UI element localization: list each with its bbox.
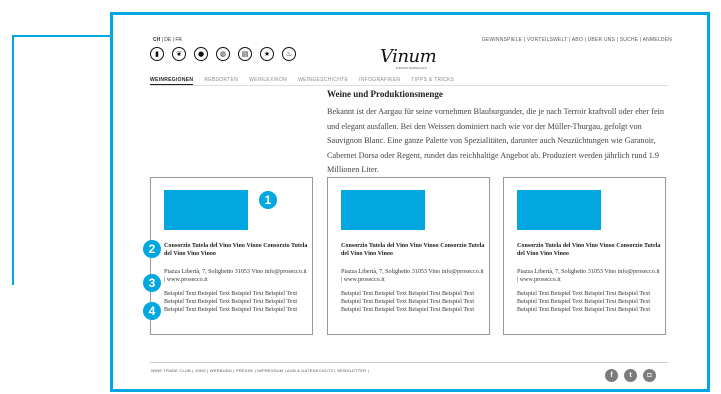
sparkling-icon[interactable]: ❦: [172, 47, 186, 61]
wine-bottle-icon[interactable]: ▮: [150, 47, 164, 61]
tab-infografiken[interactable]: INFOGRAFIKEN: [359, 77, 400, 85]
category-icon-bar: ▮ ❦ ● ◍ ▤ ★ ♨: [150, 47, 296, 61]
main-tabs: WEINREGIONEN REBSORTEN WEINLEXIKON WEING…: [150, 77, 454, 85]
tab-tipps-tricks[interactable]: TIPPS & TRICKS: [411, 77, 454, 85]
producer-card[interactable]: Consorzio Tutela del Vino Vino Vinoo Con…: [150, 177, 313, 335]
language-switcher[interactable]: CH | DE | FR: [153, 37, 182, 43]
annotation-line-horizontal: [12, 35, 112, 37]
book-icon[interactable]: ▤: [238, 47, 252, 61]
language-others[interactable]: | DE | FR: [160, 37, 182, 43]
annotation-line-vertical: [12, 35, 14, 285]
vinum-logo[interactable]: Vinum: [380, 46, 437, 67]
wine-glass-icon[interactable]: ●: [194, 47, 208, 61]
annotation-badge-3: 3: [143, 274, 161, 292]
footer-divider: [150, 362, 668, 363]
fire-icon[interactable]: ♨: [282, 47, 296, 61]
star-icon[interactable]: ★: [260, 47, 274, 61]
producer-name[interactable]: Consorzio Tutela del Vino Vino Vinoo Con…: [341, 242, 486, 258]
annotation-badge-1: 1: [259, 191, 277, 209]
producer-description: Beispiel Text Beispiel Text Beispiel Tex…: [341, 291, 475, 314]
instagram-icon[interactable]: ◘: [643, 369, 656, 382]
tab-weinregionen[interactable]: WEINREGIONEN: [150, 77, 194, 85]
producer-address: Piazza Libertà, 7, Solighetto 31053 Vino…: [164, 269, 307, 284]
producer-description: Beispiel Text Beispiel Text Beispiel Tex…: [164, 291, 298, 314]
producer-image-placeholder[interactable]: [341, 190, 425, 230]
producer-name[interactable]: Consorzio Tutela del Vino Vino Vinoo Con…: [517, 242, 662, 258]
producer-description: Beispiel Text Beispiel Text Beispiel Tex…: [517, 291, 651, 314]
top-navigation[interactable]: GEWINNSPIELE | VORTEILSWELT | ABO | ÜBER…: [482, 37, 672, 43]
producer-image-placeholder[interactable]: [164, 190, 248, 230]
footer-links[interactable]: WINE TRADE CLUB | JOBS | WERBUNG | PRESS…: [151, 368, 369, 373]
producer-card[interactable]: Consorzio Tutela del Vino Vino Vinoo Con…: [503, 177, 666, 335]
tab-rebsorten[interactable]: REBSORTEN: [204, 77, 238, 85]
tab-weinlexikon[interactable]: WEINLEXIKON: [249, 77, 287, 85]
grape-icon[interactable]: ◍: [216, 47, 230, 61]
annotation-badge-2: 2: [143, 240, 161, 258]
page-mockup-frame: CH | DE | FR GEWINNSPIELE | VORTEILSWELT…: [110, 12, 710, 392]
facebook-icon[interactable]: f: [605, 369, 618, 382]
tab-weingeschichte[interactable]: WEINGESCHICHTE: [298, 77, 348, 85]
region-description: Bekannt ist der Aargau für seine vornehm…: [327, 107, 664, 175]
producer-address: Piazza Libertà, 7, Solighetto 31053 Vino…: [341, 269, 484, 284]
twitter-icon[interactable]: t: [624, 369, 637, 382]
annotation-badge-4: 4: [143, 302, 161, 320]
producer-name[interactable]: Consorzio Tutela del Vino Vino Vinoo Con…: [164, 242, 309, 258]
producer-card[interactable]: Consorzio Tutela del Vino Vino Vinoo Con…: [327, 177, 490, 335]
producer-address: Piazza Libertà, 7, Solighetto 31053 Vino…: [517, 269, 660, 284]
section-heading: Weine und Produktionsmenge: [327, 89, 443, 99]
tab-divider: [150, 85, 668, 86]
logo-subtitle: EUROPAS WEINMAGAZIN: [396, 67, 427, 70]
producer-image-placeholder[interactable]: [517, 190, 601, 230]
